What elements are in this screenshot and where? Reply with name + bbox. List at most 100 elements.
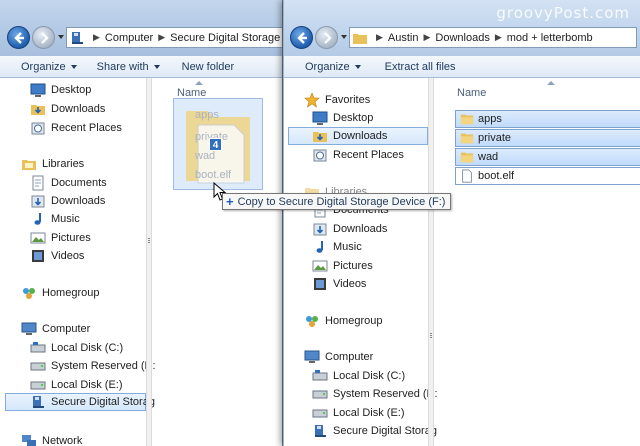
- file-row-wad[interactable]: wad: [455, 148, 640, 166]
- nav-local-disk-e[interactable]: Local Disk (E:): [30, 376, 123, 394]
- breadcrumb-separator[interactable]: ▶: [424, 32, 431, 43]
- nav-lib-downloads[interactable]: Downloads: [312, 220, 387, 238]
- nav-local-disk-c[interactable]: Local Disk (C:): [30, 339, 123, 357]
- breadcrumb-computer[interactable]: Computer: [105, 32, 153, 44]
- nav-label: Recent Places: [51, 122, 122, 134]
- nav-label: Pictures: [51, 232, 91, 244]
- nav-videos[interactable]: Videos: [30, 247, 84, 265]
- right-pane-splitter[interactable]: [428, 78, 434, 446]
- breadcrumb-austin[interactable]: Austin: [388, 32, 419, 44]
- network-icon: [22, 435, 36, 446]
- nav-pictures[interactable]: Pictures: [30, 229, 91, 247]
- right-file-list: Name apps private wad boot.elf: [435, 78, 640, 446]
- nav-label: Secure Digital Storag: [333, 425, 437, 437]
- back-button[interactable]: [290, 26, 313, 49]
- nav-local-disk-c[interactable]: Local Disk (C:): [312, 367, 405, 385]
- sort-arrow-icon: [195, 81, 203, 85]
- nav-music[interactable]: Music: [30, 210, 80, 228]
- left-explorer-window: ▶ Computer ▶ Secure Digital Storage D Or…: [0, 0, 283, 446]
- breadcrumb-mod-letterbomb[interactable]: mod + letterbomb: [507, 32, 593, 44]
- nav-recent-places[interactable]: Recent Places: [312, 146, 404, 164]
- address-bar[interactable]: ▶ Computer ▶ Secure Digital Storage D: [66, 27, 282, 48]
- nav-downloads[interactable]: Downloads: [30, 100, 105, 118]
- nav-label: Favorites: [325, 94, 371, 106]
- back-arrow-icon: [297, 32, 307, 44]
- nav-label: Local Disk (E:): [333, 407, 405, 419]
- nav-label: Pictures: [333, 260, 373, 272]
- file-row-private[interactable]: private: [455, 129, 640, 147]
- organize-button[interactable]: Organize: [0, 61, 85, 73]
- file-name: private: [478, 132, 512, 144]
- nav-system-reserved[interactable]: System Reserved (D:: [312, 385, 438, 403]
- nav-libraries[interactable]: Libraries: [21, 155, 84, 173]
- nav-pictures[interactable]: Pictures: [312, 257, 373, 275]
- computer-icon: [21, 322, 37, 335]
- right-command-bar: Organize Extract all files: [284, 56, 640, 78]
- recent-pages-dropdown[interactable]: [341, 35, 347, 39]
- nav-label: Homegroup: [42, 287, 100, 299]
- nav-sd-storage-selected[interactable]: Secure Digital Storag: [5, 393, 155, 411]
- local-disk-icon: [30, 342, 46, 353]
- back-button[interactable]: [7, 26, 30, 49]
- nav-videos[interactable]: Videos: [312, 275, 366, 293]
- back-arrow-icon: [14, 32, 24, 44]
- libraries-icon: [22, 160, 36, 170]
- name-column-header[interactable]: Name: [457, 87, 486, 99]
- nav-local-disk-e[interactable]: Local Disk (E:): [312, 404, 405, 422]
- recent-pages-dropdown[interactable]: [58, 35, 64, 39]
- nav-label: Computer: [42, 323, 91, 335]
- breadcrumb-downloads[interactable]: Downloads: [435, 32, 489, 44]
- nav-label: Videos: [51, 250, 85, 262]
- breadcrumb-separator[interactable]: ▶: [495, 32, 502, 43]
- nav-label: Libraries: [42, 158, 85, 170]
- nav-music[interactable]: Music: [312, 238, 362, 256]
- left-pane-splitter[interactable]: [146, 78, 152, 446]
- breadcrumb-separator[interactable]: ▶: [93, 32, 100, 43]
- nav-documents[interactable]: Documents: [30, 174, 107, 192]
- nav-network[interactable]: Network: [21, 432, 82, 446]
- nav-desktop[interactable]: Desktop: [30, 81, 91, 99]
- downloads-library-icon: [31, 195, 45, 208]
- favorites-star-icon: [304, 92, 320, 108]
- folder-icon: [353, 33, 367, 44]
- nav-label: Music: [51, 213, 80, 225]
- local-disk-icon: [30, 381, 46, 390]
- videos-icon: [32, 250, 44, 262]
- nav-recent-places[interactable]: Recent Places: [30, 119, 122, 137]
- sort-arrow-icon: [547, 81, 555, 85]
- organize-button[interactable]: Organize: [284, 61, 369, 73]
- breadcrumb-sd-device[interactable]: Secure Digital Storage D: [170, 32, 282, 44]
- nav-downloads-selected[interactable]: Downloads: [288, 127, 428, 145]
- drive-icon: [30, 362, 46, 371]
- forward-button[interactable]: [32, 26, 55, 49]
- desktop-icon: [312, 111, 328, 125]
- nav-homegroup[interactable]: Homegroup: [21, 284, 99, 302]
- new-folder-button[interactable]: New folder: [168, 61, 243, 73]
- nav-label: System Reserved (D:: [333, 388, 438, 400]
- breadcrumb-separator[interactable]: ▶: [376, 32, 383, 43]
- share-with-button[interactable]: Share with: [85, 61, 168, 73]
- forward-button[interactable]: [315, 26, 338, 49]
- file-name: boot.elf: [478, 170, 515, 182]
- forward-arrow-icon: [41, 32, 49, 44]
- nav-label: Downloads: [333, 223, 388, 235]
- nav-system-reserved[interactable]: System Reserved (D:: [30, 357, 156, 375]
- local-disk-icon: [312, 370, 328, 381]
- nav-computer[interactable]: Computer: [304, 348, 373, 366]
- nav-computer[interactable]: Computer: [21, 320, 90, 338]
- address-bar[interactable]: ▶ Austin ▶ Downloads ▶ mod + letterbomb: [349, 27, 637, 48]
- homegroup-icon: [23, 288, 35, 299]
- breadcrumb-separator[interactable]: ▶: [158, 32, 165, 43]
- file-row-apps[interactable]: apps: [455, 110, 640, 128]
- nav-lib-downloads[interactable]: Downloads: [30, 192, 105, 210]
- nav-homegroup[interactable]: Homegroup: [304, 312, 382, 330]
- drive-icon: [312, 390, 328, 399]
- watermark: groovyPost.com: [496, 4, 630, 22]
- extract-all-button[interactable]: Extract all files: [369, 61, 464, 73]
- item-count-badge: 4: [209, 138, 222, 151]
- nav-favorites[interactable]: Favorites: [304, 91, 370, 109]
- file-row-boot-elf[interactable]: boot.elf: [455, 167, 640, 185]
- nav-desktop[interactable]: Desktop: [312, 109, 373, 127]
- nav-label: Downloads: [333, 130, 388, 142]
- nav-sd-storage[interactable]: Secure Digital Storag: [312, 422, 437, 440]
